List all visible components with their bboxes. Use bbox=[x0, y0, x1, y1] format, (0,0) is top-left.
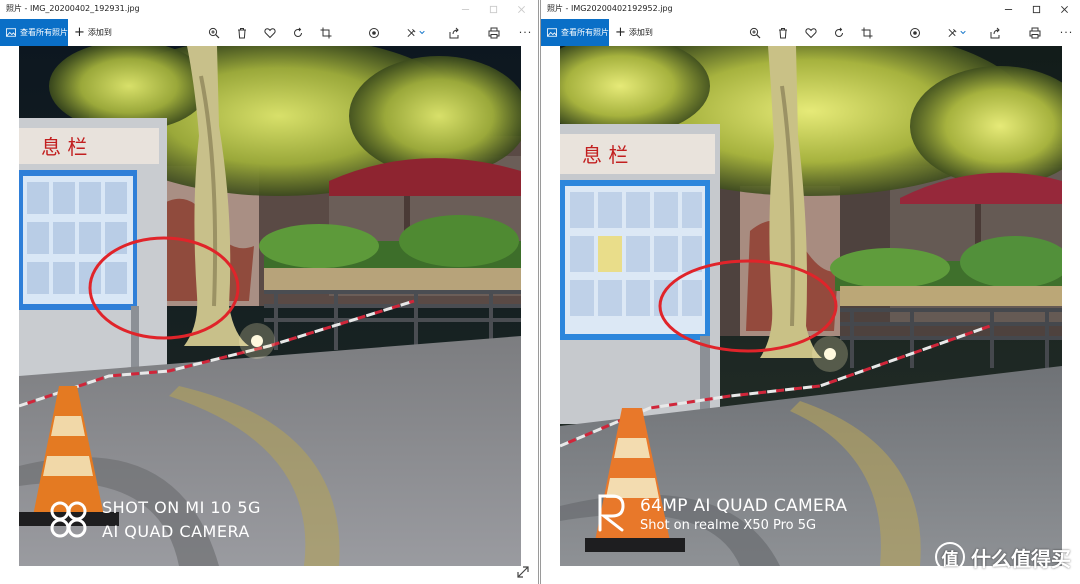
minimize-button[interactable] bbox=[450, 0, 480, 19]
photo-display: 息 栏 bbox=[19, 46, 521, 566]
window-title: 照片 - IMG_20200402_192931.jpg bbox=[6, 4, 140, 13]
print-icon[interactable] bbox=[487, 26, 500, 39]
site-logo-icon: 值 bbox=[935, 542, 965, 572]
delete-icon[interactable] bbox=[776, 26, 789, 39]
view-all-label: 查看所有照片 bbox=[561, 28, 609, 37]
view-all-photos-button[interactable]: 查看所有照片 bbox=[541, 19, 609, 46]
add-to-label: 添加到 bbox=[87, 28, 112, 37]
plus-icon: + bbox=[615, 25, 626, 40]
more-icon[interactable]: ··· bbox=[1060, 26, 1073, 39]
crop-icon[interactable] bbox=[319, 26, 332, 39]
watermark: 64MP AI QUAD CAMERA Shot on realme X50 P… bbox=[560, 46, 1062, 566]
watermark-line-2: Shot on realme X50 Pro 5G bbox=[640, 518, 817, 533]
favorite-icon[interactable] bbox=[263, 26, 276, 39]
expand-icon[interactable] bbox=[517, 566, 529, 578]
title-bar: 照片 - IMG20200402192952.jpg bbox=[541, 0, 1080, 19]
photos-window-right: 照片 - IMG20200402192952.jpg 查看所有照片 + 添加到 bbox=[540, 0, 1080, 584]
print-icon[interactable] bbox=[1028, 26, 1041, 39]
minimize-button[interactable] bbox=[993, 0, 1023, 19]
edit-icon[interactable] bbox=[405, 26, 429, 39]
more-icon[interactable]: ··· bbox=[519, 26, 532, 39]
plus-icon: + bbox=[74, 25, 85, 40]
watermark-line-1: SHOT ON MI 10 5G bbox=[102, 498, 261, 517]
title-bar: 照片 - IMG_20200402_192931.jpg bbox=[0, 0, 538, 19]
zoom-icon[interactable] bbox=[748, 26, 761, 39]
maximize-button[interactable] bbox=[478, 0, 508, 19]
share-icon[interactable] bbox=[447, 26, 460, 39]
delete-icon[interactable] bbox=[235, 26, 248, 39]
favorite-icon[interactable] bbox=[804, 26, 817, 39]
view-all-icon bbox=[6, 28, 16, 37]
watermark: SHOT ON MI 10 5G AI QUAD CAMERA bbox=[19, 46, 521, 566]
close-button[interactable] bbox=[1049, 0, 1079, 19]
share-icon[interactable] bbox=[988, 26, 1001, 39]
add-to-label: 添加到 bbox=[628, 28, 653, 37]
view-all-icon bbox=[547, 28, 557, 37]
site-name: 什么值得买 bbox=[971, 546, 1071, 571]
add-to-button[interactable]: + 添加到 bbox=[74, 19, 112, 46]
rotate-icon[interactable] bbox=[832, 26, 845, 39]
photos-window-left: 照片 - IMG_20200402_192931.jpg 查看所有照片 + 添加… bbox=[0, 0, 539, 584]
close-button[interactable] bbox=[506, 0, 536, 19]
crop-icon[interactable] bbox=[860, 26, 873, 39]
view-all-label: 查看所有照片 bbox=[20, 28, 68, 37]
watermark-line-1: 64MP AI QUAD CAMERA bbox=[640, 496, 848, 516]
edit-icon[interactable] bbox=[946, 26, 970, 39]
watermark-line-2: AI QUAD CAMERA bbox=[102, 522, 250, 541]
photo-toolbar: 查看所有照片 + 添加到 ··· bbox=[0, 19, 538, 46]
window-title: 照片 - IMG20200402192952.jpg bbox=[547, 4, 673, 13]
maximize-button[interactable] bbox=[1021, 0, 1051, 19]
enhance-icon[interactable] bbox=[367, 26, 380, 39]
view-all-photos-button[interactable]: 查看所有照片 bbox=[0, 19, 68, 46]
photo-toolbar: 查看所有照片 + 添加到 ··· bbox=[541, 19, 1080, 46]
enhance-icon[interactable] bbox=[908, 26, 921, 39]
photo-display: 息 栏 bbox=[560, 46, 1062, 566]
site-watermark-badge: 值 什么值得买 bbox=[935, 542, 1071, 572]
add-to-button[interactable]: + 添加到 bbox=[615, 19, 653, 46]
zoom-icon[interactable] bbox=[207, 26, 220, 39]
rotate-icon[interactable] bbox=[291, 26, 304, 39]
